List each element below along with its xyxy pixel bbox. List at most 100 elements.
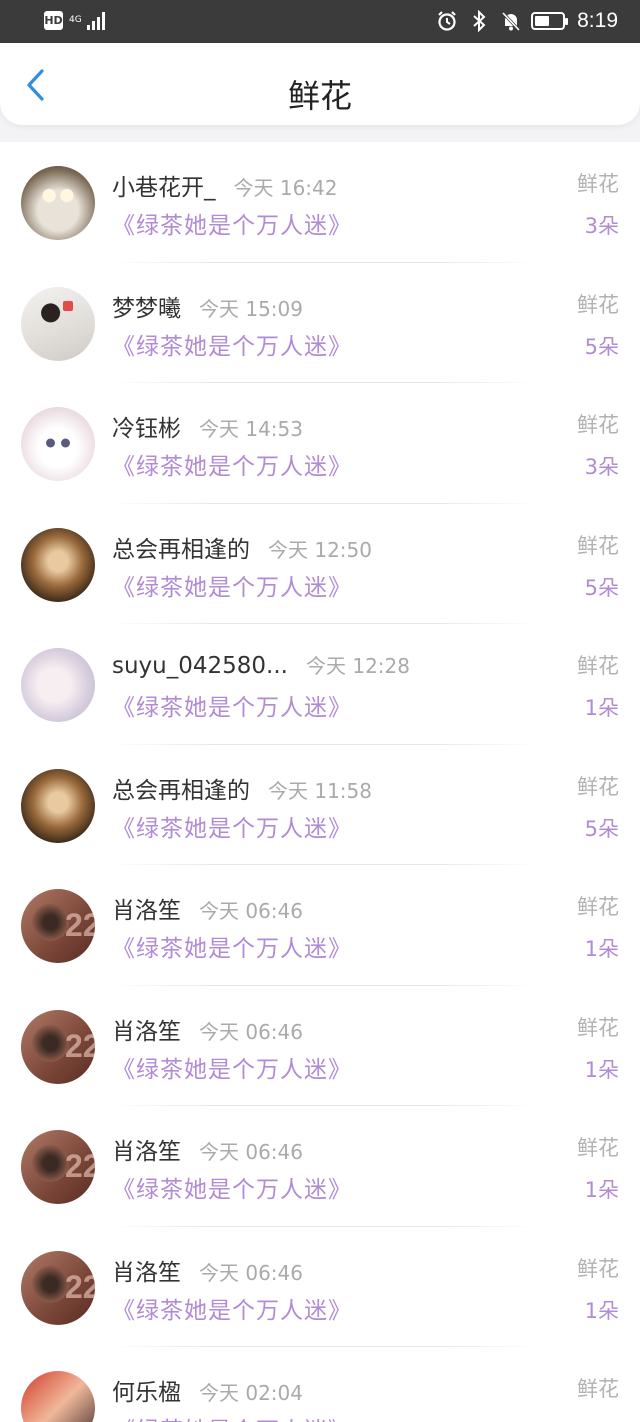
list-item[interactable]: 总会再相逢的 今天 11:58 《绿茶她是个万人迷》 鲜花 5朵 (0, 745, 640, 865)
list-item[interactable]: 肖洛笙 今天 06:46 《绿茶她是个万人迷》 鲜花 1朵 (0, 865, 640, 986)
gift-type: 鲜花 (577, 1377, 619, 1401)
network-type: 4G (69, 15, 82, 25)
book-title[interactable]: 《绿茶她是个万人迷》 (112, 929, 352, 963)
gift-count: 1朵 (584, 1057, 619, 1082)
user-name[interactable]: 肖洛笙 (112, 1132, 181, 1166)
gift-count: 1朵 (584, 1298, 619, 1323)
timestamp: 今天 02:04 (199, 1381, 303, 1405)
gift-type: 鲜花 (577, 774, 619, 799)
battery-icon (531, 12, 569, 30)
user-name[interactable]: 总会再相逢的 (112, 530, 250, 564)
flower-record-list[interactable]: 小巷花开_ 今天 16:42 《绿茶她是个万人迷》 鲜花 3朵 梦梦曦 今天 1… (0, 142, 640, 1422)
gift-count: 5朵 (584, 575, 619, 600)
name-line: 冷钰彬 今天 14:53 (112, 409, 303, 443)
avatar[interactable] (21, 407, 95, 481)
gift-count: 1朵 (584, 1178, 619, 1202)
user-name[interactable]: 总会再相逢的 (112, 771, 250, 805)
hd-badge: HD (44, 11, 63, 30)
timestamp: 今天 12:28 (305, 654, 410, 678)
list-item[interactable]: 小巷花开_ 今天 16:42 《绿茶她是个万人迷》 鲜花 3朵 (0, 142, 640, 263)
name-line: 肖洛笙 今天 06:46 (112, 1012, 303, 1046)
bluetooth-icon (467, 8, 491, 34)
timestamp: 今天 14:53 (199, 417, 303, 441)
gift-count: 1朵 (584, 696, 619, 720)
name-line: 何乐楹 今天 02:04 (112, 1373, 303, 1407)
status-left: HD 4G (44, 11, 105, 30)
status-bar: HD 4G 8:19 (0, 0, 640, 43)
name-line: 肖洛笙 今天 06:46 (112, 1253, 303, 1287)
book-title[interactable]: 《绿茶她是个万人迷》 (112, 568, 352, 602)
gift-type: 鲜花 (577, 413, 619, 437)
avatar[interactable] (21, 648, 95, 722)
list-item[interactable]: 梦梦曦 今天 15:09 《绿茶她是个万人迷》 鲜花 5朵 (0, 263, 640, 383)
book-title[interactable]: 《绿茶她是个万人迷》 (112, 1291, 352, 1325)
page-title: 鲜花 (287, 77, 352, 115)
avatar[interactable] (21, 527, 95, 602)
book-title[interactable]: 《绿茶她是个万人迷》 (112, 809, 352, 843)
list-item[interactable]: 肖洛笙 今天 06:46 《绿茶她是个万人迷》 鲜花 1朵 (0, 986, 640, 1106)
book-title[interactable]: 《绿茶她是个万人迷》 (112, 1050, 352, 1084)
timestamp: 今天 15:09 (199, 296, 303, 321)
name-line: 肖洛笙 今天 06:46 (112, 1132, 303, 1166)
book-title[interactable]: 《绿茶她是个万人迷》 (112, 447, 352, 481)
gift-type: 鲜花 (577, 292, 619, 317)
book-title[interactable]: 《绿茶她是个万人迷》 (112, 688, 352, 722)
avatar[interactable] (21, 1009, 95, 1084)
gift-count: 3朵 (584, 455, 619, 479)
list-item[interactable]: 肖洛笙 今天 06:46 《绿茶她是个万人迷》 鲜花 1朵 (0, 1106, 640, 1227)
avatar[interactable] (21, 286, 95, 361)
list-item[interactable]: 总会再相逢的 今天 12:50 《绿茶她是个万人迷》 鲜花 5朵 (0, 504, 640, 624)
gift-type: 鲜花 (577, 533, 619, 558)
name-line: 总会再相逢的 今天 12:50 (112, 530, 372, 564)
user-name[interactable]: 何乐楹 (112, 1373, 181, 1407)
battery-level (535, 16, 550, 26)
status-clock: 8:19 (577, 9, 618, 32)
list-item[interactable]: suyu_042580... 今天 12:28 《绿茶她是个万人迷》 鲜花 1朵 (0, 624, 640, 745)
user-name[interactable]: 冷钰彬 (112, 409, 181, 443)
avatar[interactable] (21, 1250, 95, 1325)
avatar[interactable] (21, 889, 95, 963)
timestamp: 今天 06:46 (199, 1019, 303, 1044)
book-title[interactable]: 《绿茶她是个万人迷》 (112, 1411, 352, 1422)
alarm-icon (435, 8, 459, 34)
user-name[interactable]: 肖洛笙 (112, 891, 181, 925)
user-name[interactable]: suyu_042580... (112, 653, 288, 679)
timestamp: 今天 12:50 (268, 537, 372, 562)
avatar[interactable] (21, 768, 95, 843)
nav-bar: 鲜花 (0, 43, 640, 125)
name-line: 梦梦曦 今天 15:09 (112, 289, 303, 323)
gift-count: 3朵 (584, 214, 619, 238)
timestamp: 今天 06:46 (199, 1260, 303, 1285)
list-item[interactable]: 何乐楹 今天 02:04 《绿茶她是个万人迷》 鲜花 (0, 1347, 640, 1422)
status-right: 8:19 (435, 8, 618, 34)
signal-icon (87, 11, 105, 30)
name-line: 总会再相逢的 今天 11:58 (112, 771, 372, 805)
timestamp: 今天 06:46 (199, 1140, 303, 1164)
book-title[interactable]: 《绿茶她是个万人迷》 (112, 1170, 352, 1204)
gift-type: 鲜花 (577, 172, 619, 196)
name-line: 小巷花开_ 今天 16:42 (112, 168, 338, 202)
name-line: suyu_042580... 今天 12:28 (112, 650, 410, 679)
gift-type: 鲜花 (577, 1136, 619, 1160)
user-name[interactable]: 小巷花开_ (112, 168, 216, 202)
timestamp: 今天 06:46 (199, 899, 303, 923)
book-title[interactable]: 《绿茶她是个万人迷》 (112, 327, 352, 361)
avatar[interactable] (21, 166, 95, 240)
gift-count: 5朵 (584, 816, 619, 841)
gift-count: 5朵 (584, 334, 619, 359)
gift-count: 1朵 (584, 937, 619, 961)
user-name[interactable]: 肖洛笙 (112, 1253, 181, 1287)
mute-icon (499, 8, 523, 34)
gift-type: 鲜花 (577, 1015, 619, 1040)
user-name[interactable]: 梦梦曦 (112, 289, 181, 323)
list-item[interactable]: 冷钰彬 今天 14:53 《绿茶她是个万人迷》 鲜花 3朵 (0, 383, 640, 504)
name-line: 肖洛笙 今天 06:46 (112, 891, 303, 925)
user-name[interactable]: 肖洛笙 (112, 1012, 181, 1046)
list-item[interactable]: 肖洛笙 今天 06:46 《绿茶她是个万人迷》 鲜花 1朵 (0, 1227, 640, 1347)
gift-type: 鲜花 (577, 654, 619, 678)
timestamp: 今天 11:58 (268, 778, 372, 803)
avatar[interactable] (21, 1130, 95, 1204)
book-title[interactable]: 《绿茶她是个万人迷》 (112, 206, 352, 240)
avatar[interactable] (21, 1371, 95, 1422)
gift-type: 鲜花 (577, 1256, 619, 1281)
